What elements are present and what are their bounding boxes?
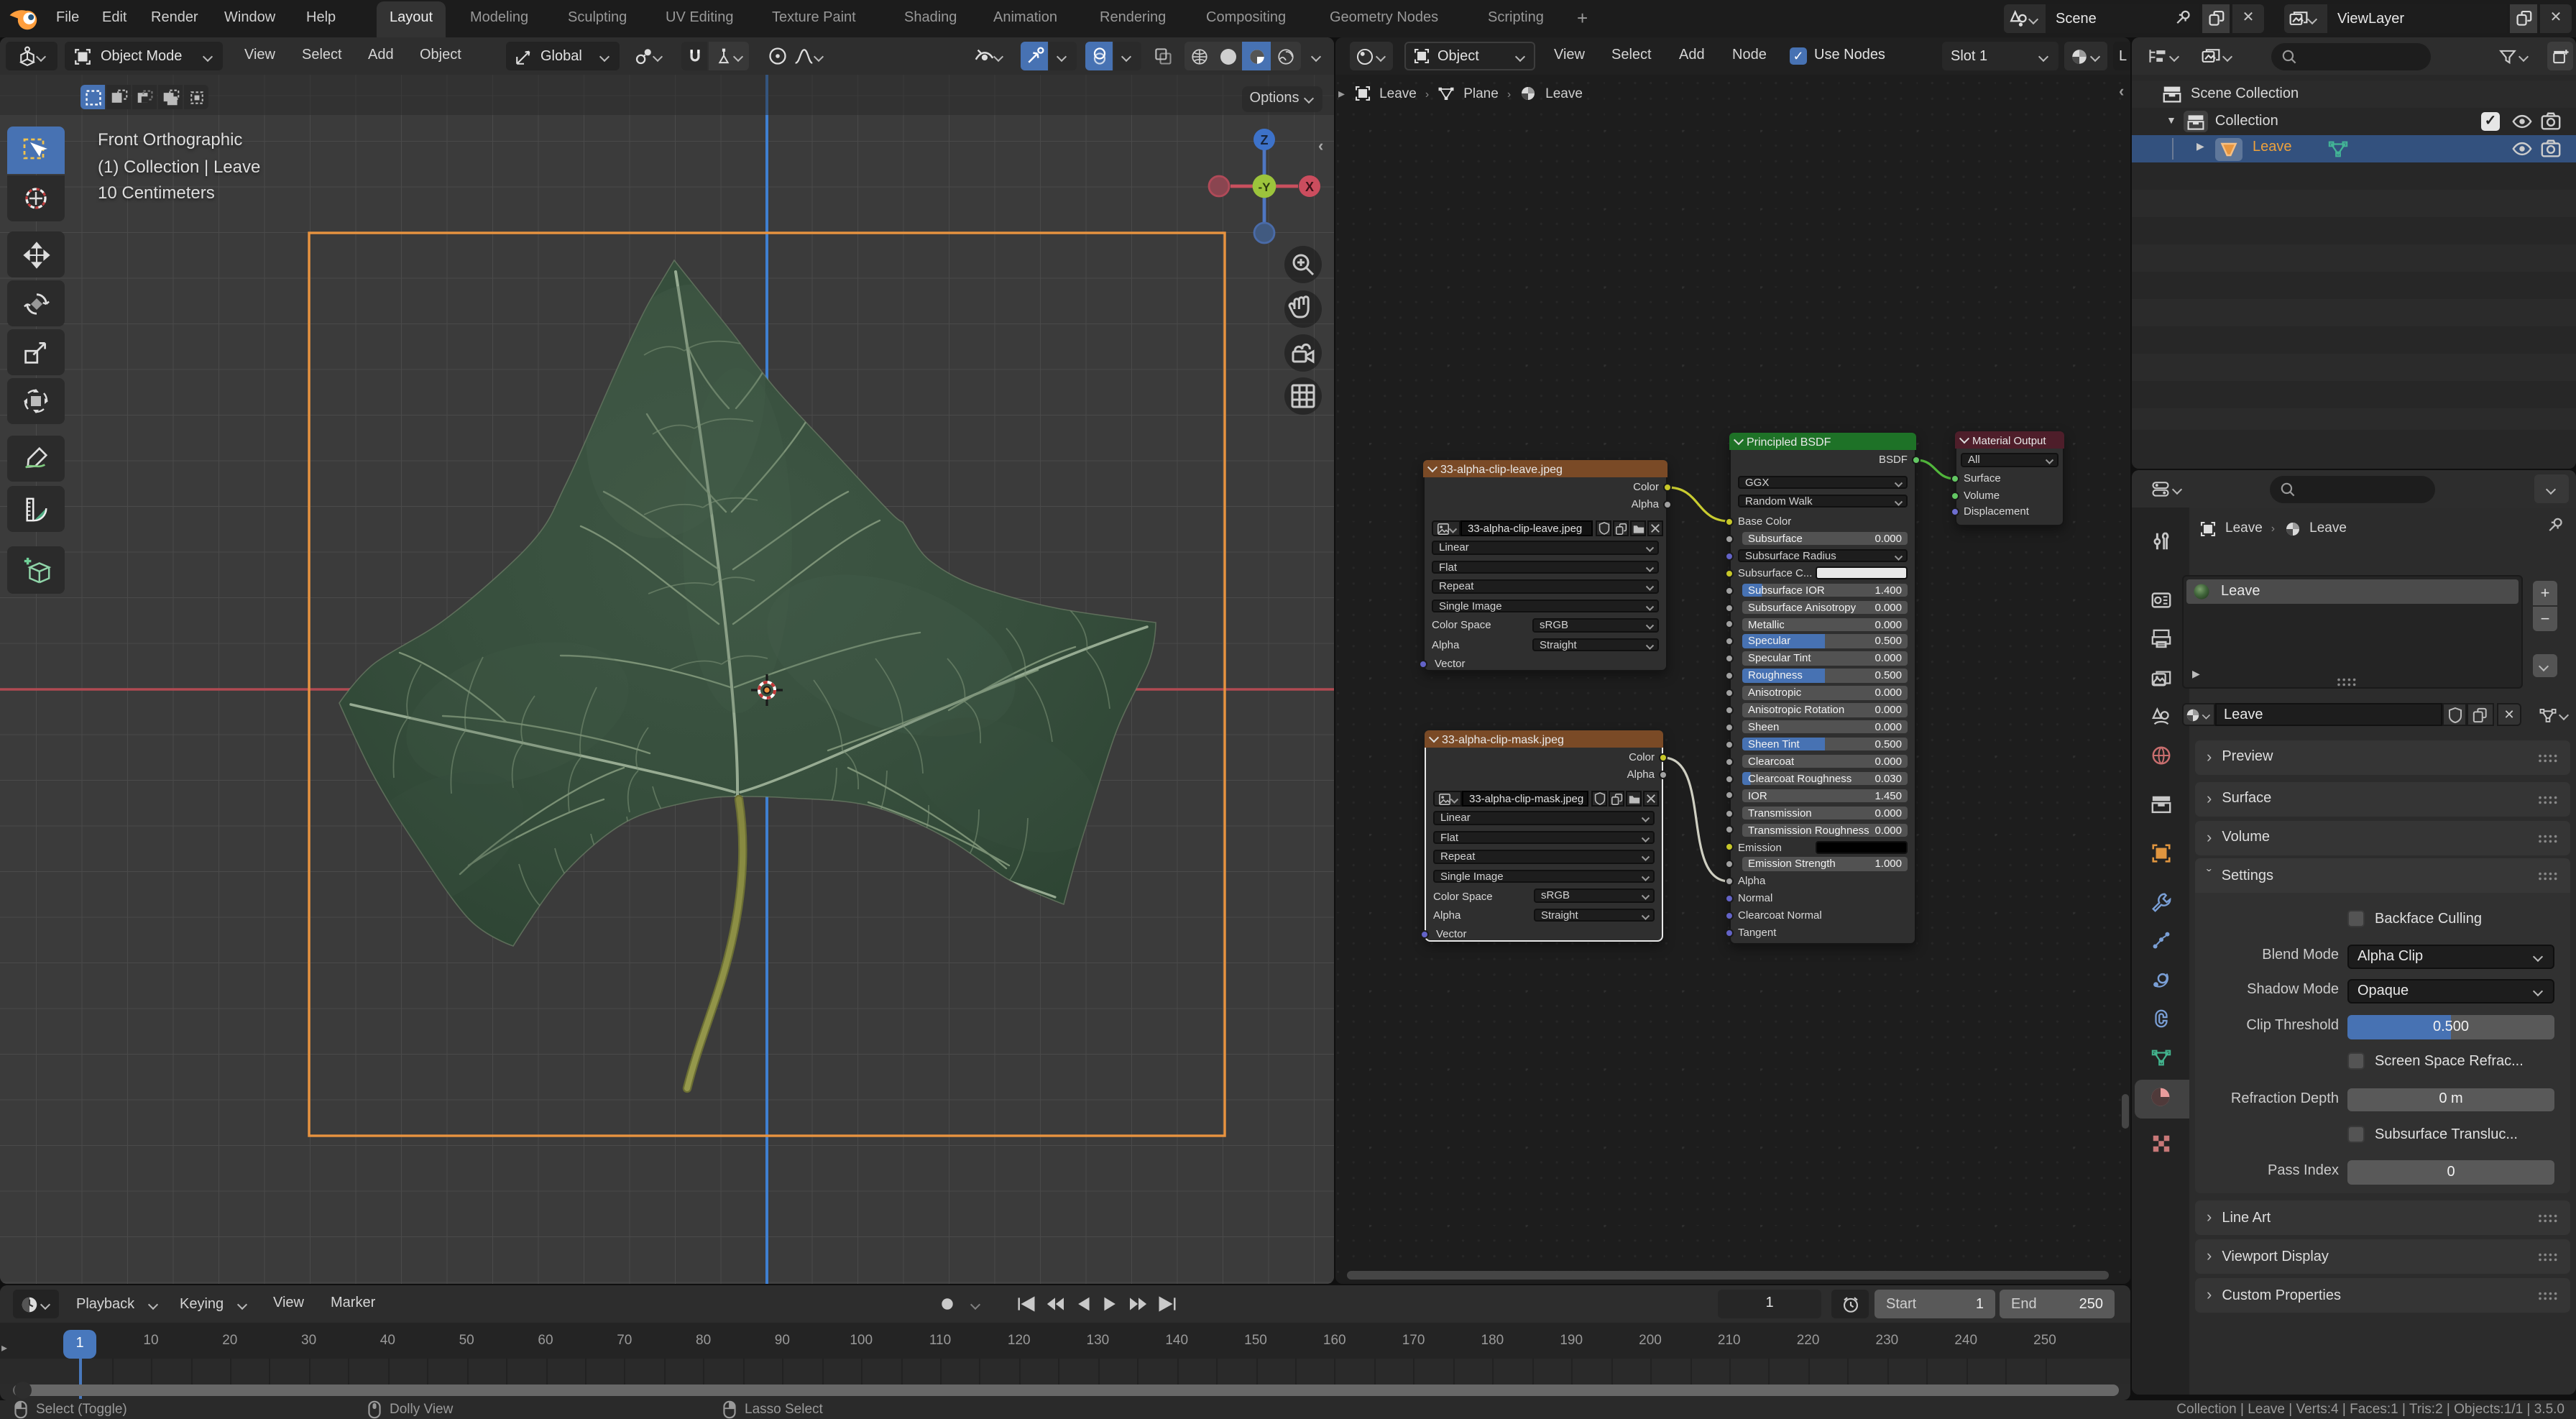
svg-text:X: X [1305,180,1314,194]
svg-text:-Y: -Y [1259,180,1271,194]
svg-text:Z: Z [1261,133,1269,147]
